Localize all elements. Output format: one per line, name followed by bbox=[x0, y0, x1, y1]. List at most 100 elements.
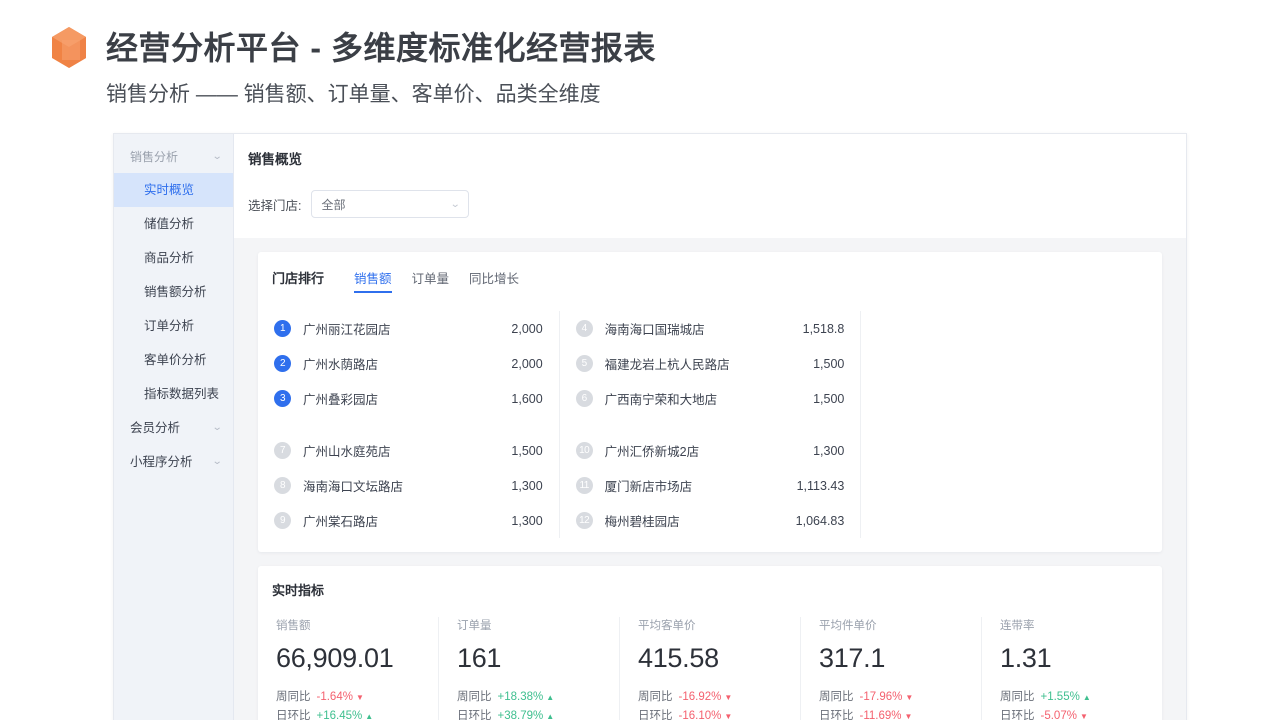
sidebar-item-stored-value[interactable]: 储值分析 bbox=[114, 207, 233, 241]
sidebar-item-label: 实时概览 bbox=[144, 183, 195, 197]
hexagon-cube-logo-icon bbox=[50, 26, 88, 70]
store-name: 广州汇侨新城2店 bbox=[604, 445, 700, 459]
metric-week-delta: 周同比 +1.55% ▲ bbox=[1000, 688, 1144, 707]
delta-value: -16.92% bbox=[678, 691, 722, 703]
store-value: 2,000 bbox=[511, 356, 543, 371]
sidebar: 销售分析 ⌄ 实时概览 储值分析 商品分析 销售额分析 订单分析 客单价分析 指… bbox=[114, 134, 234, 720]
sidebar-item-label: 小程序分析 bbox=[130, 455, 193, 469]
triangle-down-icon: ▼ bbox=[724, 712, 733, 720]
store-name: 广州棠石路店 bbox=[303, 515, 379, 529]
metric-sales-amount: 销售额 66,909.01 周同比 -1.64% ▼ 日环比 +16.45% ▲ bbox=[258, 617, 438, 720]
store-value: 1,064.83 bbox=[795, 513, 845, 528]
rank-badge: 11 bbox=[575, 477, 593, 494]
ranking-columns: 1 广州丽江花园店 2,000 2 广州水荫路店 2,000 3 广州叠彩园店 … bbox=[258, 311, 1162, 538]
sidebar-item-unit-price[interactable]: 客单价分析 bbox=[114, 343, 233, 377]
sidebar-item-label: 商品分析 bbox=[144, 251, 195, 265]
metric-value: 66,909.01 bbox=[276, 643, 394, 673]
table-row[interactable]: 10 广州汇侨新城2店 1,300 bbox=[575, 433, 844, 468]
rank-badge: 8 bbox=[274, 477, 291, 494]
sidebar-item-label: 指标数据列表 bbox=[144, 387, 220, 401]
delta-value: -16.10% bbox=[678, 710, 722, 720]
main-header: 销售概览 选择门店: 全部 ⌄ bbox=[234, 134, 1186, 238]
metric-label: 销售额 bbox=[276, 620, 311, 632]
sidebar-item-realtime-overview[interactable]: 实时概览 bbox=[114, 173, 233, 207]
row-group-spacer bbox=[576, 416, 845, 433]
metric-avg-item-price: 平均件单价 317.1 周同比 -17.96% ▼ 日环比 -11.69% ▼ bbox=[800, 617, 981, 720]
delta-label-day: 日环比 bbox=[1000, 710, 1035, 720]
triangle-down-icon: ▼ bbox=[1079, 712, 1088, 720]
table-row[interactable]: 3 广州叠彩园店 1,600 bbox=[274, 381, 543, 416]
delta-label-day: 日环比 bbox=[457, 710, 492, 720]
sidebar-group-label: 销售分析 bbox=[130, 150, 179, 164]
chevron-down-icon: ⌄ bbox=[450, 198, 461, 210]
sidebar-item-label: 储值分析 bbox=[144, 217, 195, 231]
table-row[interactable]: 4 海南海口国瑞城店 1,518.8 bbox=[575, 311, 844, 346]
table-row[interactable]: 8 海南海口文坛路店 1,300 bbox=[274, 468, 543, 503]
store-select[interactable]: 全部 ⌄ bbox=[311, 190, 470, 218]
table-row[interactable]: 1 广州丽江花园店 2,000 bbox=[274, 311, 543, 346]
chevron-down-icon: ⌄ bbox=[211, 422, 223, 433]
sidebar-item-label: 销售额分析 bbox=[144, 285, 207, 299]
triangle-up-icon: ▲ bbox=[1082, 693, 1091, 702]
store-value: 1,500 bbox=[813, 356, 845, 371]
rank-badge: 10 bbox=[575, 442, 593, 459]
metric-label: 订单量 bbox=[457, 620, 492, 632]
delta-label-week: 周同比 bbox=[638, 691, 673, 703]
store-value: 1,500 bbox=[511, 443, 543, 458]
page-subtitle: 销售分析 —— 销售额、订单量、客单价、品类全维度 bbox=[106, 83, 601, 106]
sidebar-item-label: 订单分析 bbox=[144, 319, 195, 333]
metric-label: 平均件单价 bbox=[819, 620, 877, 632]
table-row[interactable]: 2 广州水荫路店 2,000 bbox=[274, 346, 543, 381]
metric-week-delta: 周同比 -1.64% ▼ bbox=[276, 688, 420, 707]
sidebar-item-sales-amount[interactable]: 销售额分析 bbox=[114, 275, 233, 309]
metric-value: 161 bbox=[457, 643, 502, 673]
metric-value: 317.1 bbox=[819, 643, 886, 673]
delta-label-week: 周同比 bbox=[1000, 691, 1035, 703]
store-value: 1,113.43 bbox=[796, 478, 845, 493]
sidebar-item-miniprogram-analysis[interactable]: 小程序分析 ⌄ bbox=[114, 445, 233, 479]
table-row[interactable]: 12 梅州碧桂园店 1,064.83 bbox=[575, 503, 845, 538]
page-header: 经营分析平台 - 多维度标准化经营报表 销售分析 —— 销售额、订单量、客单价、… bbox=[0, 0, 1280, 108]
sidebar-item-metric-list[interactable]: 指标数据列表 bbox=[114, 377, 233, 411]
sidebar-group-title: 销售分析 ⌄ bbox=[114, 140, 233, 173]
app-page: 经营分析平台 - 多维度标准化经营报表 销售分析 —— 销售额、订单量、客单价、… bbox=[0, 0, 1280, 720]
tab-yoy-growth[interactable]: 同比增长 bbox=[469, 268, 519, 291]
store-name: 海南海口国瑞城店 bbox=[604, 323, 705, 337]
tab-order-count[interactable]: 订单量 bbox=[412, 268, 450, 291]
store-name: 福建龙岩上杭人民路店 bbox=[604, 358, 730, 372]
metrics-title: 实时指标 bbox=[272, 583, 325, 598]
delta-value: -11.69% bbox=[859, 710, 902, 720]
store-ranking-card: 门店排行 销售额 订单量 同比增长 1 广州丽江花园店 2,000 2 广州水荫… bbox=[258, 252, 1162, 552]
delta-label-week: 周同比 bbox=[819, 691, 854, 703]
metric-avg-customer-price: 平均客单价 415.58 周同比 -16.92% ▼ 日环比 -16.10% ▼ bbox=[619, 617, 800, 720]
delta-label-day: 日环比 bbox=[638, 710, 673, 720]
triangle-up-icon: ▲ bbox=[546, 693, 555, 702]
sidebar-item-member-analysis[interactable]: 会员分析 ⌄ bbox=[114, 411, 233, 445]
table-row[interactable]: 9 广州棠石路店 1,300 bbox=[274, 503, 543, 538]
sidebar-item-order[interactable]: 订单分析 bbox=[114, 309, 233, 343]
delta-value: +16.45% bbox=[316, 710, 363, 720]
store-select-value: 全部 bbox=[321, 197, 346, 212]
rank-badge: 1 bbox=[274, 320, 291, 337]
store-name: 厦门新店市场店 bbox=[604, 480, 693, 494]
store-value: 2,000 bbox=[511, 321, 543, 336]
metric-day-delta: 日环比 +38.79% ▲ bbox=[457, 707, 601, 720]
table-row[interactable]: 6 广西南宁荣和大地店 1,500 bbox=[575, 381, 844, 416]
store-value: 1,300 bbox=[511, 478, 543, 493]
metric-day-delta: 日环比 -5.07% ▼ bbox=[1000, 707, 1144, 720]
tab-sales-amount[interactable]: 销售额 bbox=[354, 268, 392, 293]
delta-label-week: 周同比 bbox=[276, 691, 311, 703]
store-name: 广州水荫路店 bbox=[303, 358, 379, 372]
ranking-header: 门店排行 销售额 订单量 同比增长 bbox=[258, 268, 1162, 293]
table-row[interactable]: 11 厦门新店市场店 1,113.43 bbox=[575, 468, 845, 503]
metric-attach-rate: 连带率 1.31 周同比 +1.55% ▲ 日环比 -5.07% ▼ bbox=[981, 617, 1162, 720]
app-window: 销售分析 ⌄ 实时概览 储值分析 商品分析 销售额分析 订单分析 客单价分析 指… bbox=[113, 133, 1187, 720]
realtime-metrics-card: 实时指标 销售额 66,909.01 周同比 -1.64% ▼ 日环比 +16.45%… bbox=[258, 566, 1162, 720]
table-row[interactable]: 5 福建龙岩上杭人民路店 1,500 bbox=[575, 346, 845, 381]
table-row[interactable]: 7 广州山水庭苑店 1,500 bbox=[274, 433, 543, 468]
delta-value: +38.79% bbox=[497, 710, 544, 720]
store-name: 广西南宁荣和大地店 bbox=[604, 393, 718, 407]
sidebar-item-product[interactable]: 商品分析 bbox=[114, 241, 233, 275]
triangle-down-icon: ▼ bbox=[355, 693, 364, 702]
metric-week-delta: 周同比 -17.96% ▼ bbox=[819, 688, 963, 707]
